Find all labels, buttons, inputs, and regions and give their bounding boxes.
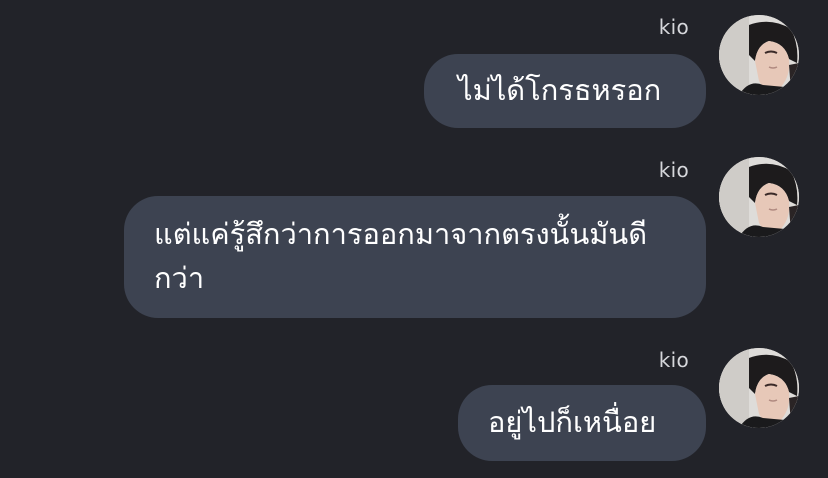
- chat-thread: kio ไม่ได้โกรธหรอก kio แต่แค่รู้สึกว่ากา…: [0, 0, 828, 478]
- message-text-line: กว่า: [154, 261, 205, 295]
- avatar[interactable]: [719, 348, 799, 428]
- message-bubble[interactable]: แต่แค่รู้สึกว่าการออกมาจากตรงนั้นมันดี ก…: [124, 196, 706, 318]
- sender-name[interactable]: kio: [659, 15, 689, 39]
- message-text-line: แต่แค่รู้สึกว่าการออกมาจากตรงนั้นมันดี: [154, 217, 648, 251]
- message-bubble[interactable]: อยู่ไปก็เหนื่อย: [458, 385, 706, 461]
- message-text: อยู่ไปก็เหนื่อย: [488, 405, 657, 439]
- avatar[interactable]: [719, 15, 799, 95]
- message-bubble[interactable]: ไม่ได้โกรธหรอก: [424, 54, 706, 128]
- user-avatar-photo-icon: [719, 15, 799, 95]
- sender-name[interactable]: kio: [659, 348, 689, 372]
- avatar[interactable]: [719, 157, 799, 237]
- user-avatar-photo-icon: [719, 348, 799, 428]
- sender-name[interactable]: kio: [659, 158, 689, 182]
- message-text: ไม่ได้โกรธหรอก: [458, 73, 662, 107]
- user-avatar-photo-icon: [719, 157, 799, 237]
